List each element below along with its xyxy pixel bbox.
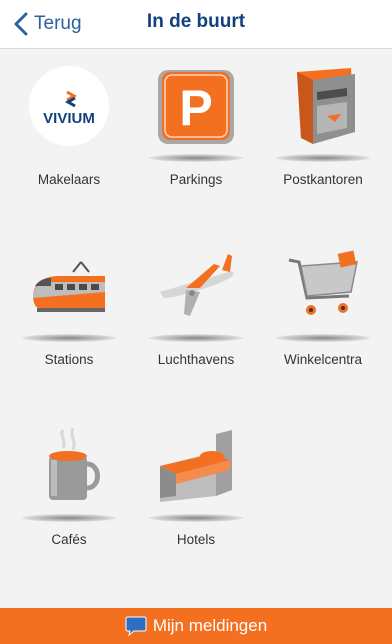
tile-cafes[interactable]: Cafés bbox=[4, 408, 134, 558]
tile-label: Makelaars bbox=[37, 172, 101, 187]
tile-label: Stations bbox=[44, 352, 94, 367]
tile-postkantoren[interactable]: Postkantoren bbox=[258, 48, 388, 198]
vivium-logo-icon: VIVIUM bbox=[29, 66, 109, 146]
tile-shadow bbox=[21, 334, 117, 342]
tile-luchthavens[interactable]: Luchthavens bbox=[131, 228, 261, 378]
tile-label: Cafés bbox=[51, 532, 87, 547]
tile-winkelcentra[interactable]: Winkelcentra bbox=[258, 228, 388, 378]
tile-makelaars[interactable]: VIVIUM Makelaars bbox=[4, 48, 134, 198]
chat-bubble-icon bbox=[125, 616, 147, 637]
tile-label: Winkelcentra bbox=[283, 352, 363, 367]
notifications-label: Mijn meldingen bbox=[152, 616, 268, 635]
tile-parkings[interactable]: P Parkings bbox=[131, 48, 261, 198]
coffee-mug-icon bbox=[29, 426, 109, 506]
tile-label: Parkings bbox=[169, 172, 223, 187]
svg-text:VIVIUM: VIVIUM bbox=[43, 110, 95, 127]
category-grid: VIVIUM Makelaars P Parkings Postkantoren… bbox=[0, 48, 392, 608]
tile-shadow bbox=[148, 154, 244, 162]
parking-icon: P bbox=[156, 66, 236, 146]
tile-shadow bbox=[275, 154, 371, 162]
train-icon bbox=[29, 246, 109, 326]
tile-shadow bbox=[148, 334, 244, 342]
tile-shadow bbox=[275, 334, 371, 342]
tile-hotels[interactable]: Hotels bbox=[131, 408, 261, 558]
tile-shadow bbox=[21, 514, 117, 522]
tile-label: Hotels bbox=[176, 532, 216, 547]
svg-text:P: P bbox=[179, 80, 212, 136]
airplane-icon bbox=[156, 246, 236, 326]
notifications-bar[interactable]: Mijn meldingen bbox=[0, 608, 392, 644]
tile-label: Postkantoren bbox=[283, 172, 363, 187]
mailbox-icon bbox=[283, 66, 363, 146]
tile-stations[interactable]: Stations bbox=[4, 228, 134, 378]
tile-label: Luchthavens bbox=[157, 352, 235, 367]
bed-icon bbox=[156, 426, 236, 506]
page-title: In de buurt bbox=[146, 11, 246, 32]
tile-shadow bbox=[148, 514, 244, 522]
navigation-bar: Terug In de buurt bbox=[0, 0, 392, 49]
shopping-cart-icon bbox=[283, 246, 363, 326]
